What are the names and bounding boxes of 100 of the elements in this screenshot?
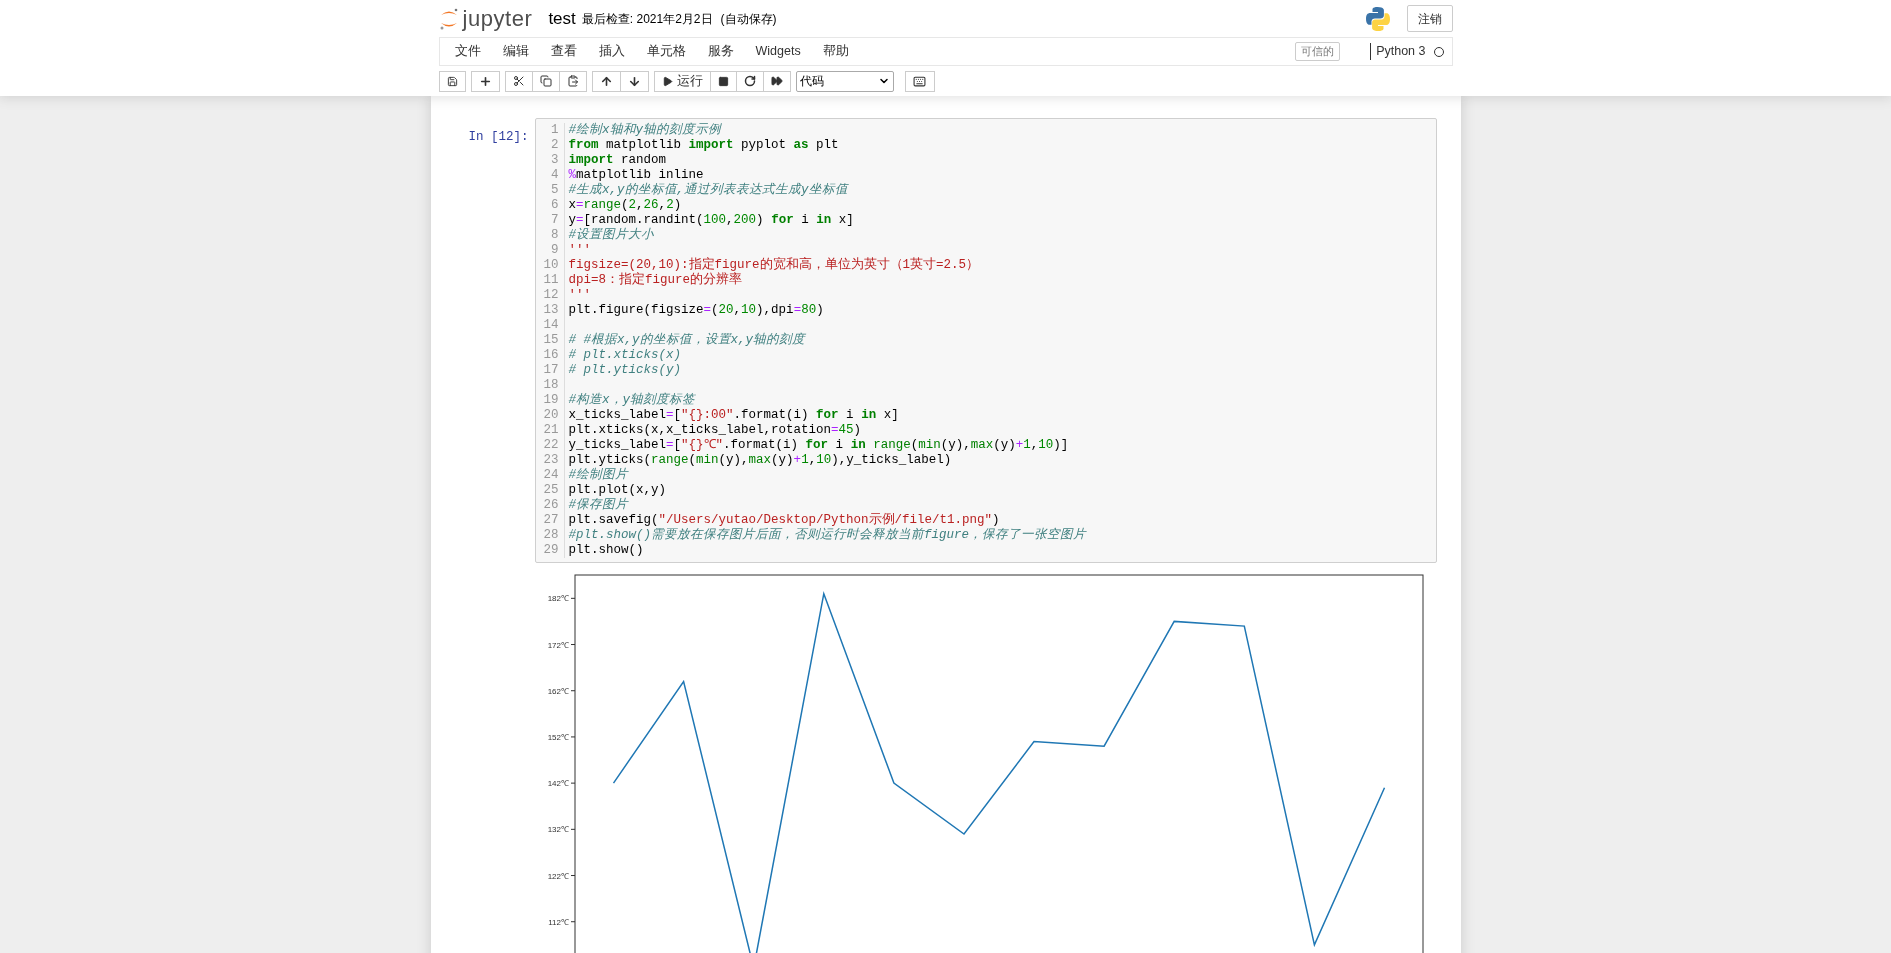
move-down-button[interactable]	[619, 70, 649, 92]
move-up-button[interactable]	[591, 70, 621, 92]
line-number: 13	[543, 303, 559, 318]
code-line: dpi=8：指定figure的分辨率	[568, 273, 742, 287]
y-tick-label: 142℃	[547, 779, 569, 789]
line-number: 16	[543, 348, 559, 363]
paste-icon	[566, 75, 579, 87]
line-number: 25	[543, 483, 559, 498]
line-number: 29	[543, 543, 559, 558]
menu-item[interactable]: 服务	[696, 42, 745, 61]
code-line: plt.plot(x,y)	[568, 483, 667, 497]
y-tick-label: 122℃	[547, 871, 569, 881]
code-line: import random	[568, 153, 667, 167]
code-line: figsize=(20,10):指定figure的宽和高，单位为英寸（1英寸=2.5）	[568, 258, 980, 272]
save-icon	[446, 75, 458, 87]
code-line: plt.figure(figsize=(20,10),dpi=80)	[568, 303, 824, 317]
insert-cell-button[interactable]	[470, 70, 500, 92]
fast-forward-icon	[770, 75, 783, 87]
trusted-indicator[interactable]: 可信的	[1295, 42, 1341, 61]
run-all-button[interactable]	[762, 70, 791, 92]
line-number: 3	[551, 153, 559, 168]
input-prompt: In [12]:	[468, 130, 529, 144]
notebook-name[interactable]: test	[548, 5, 576, 32]
stop-icon	[717, 75, 729, 87]
y-tick-label: 162℃	[547, 686, 569, 696]
code-line: #设置图片大小	[568, 228, 654, 242]
code-line: y_ticks_label=["{}℃".format(i) for i in range(min(y),max(y)+1,10)]	[568, 438, 1069, 452]
logout-button[interactable]: 注销	[1406, 5, 1453, 32]
tick-mark	[570, 875, 575, 877]
menu-item[interactable]: 编辑	[491, 42, 540, 61]
code-line: # plt.yticks(y)	[568, 363, 682, 377]
line-number: 2	[551, 138, 559, 153]
line-number: 5	[551, 183, 559, 198]
plus-icon	[478, 74, 492, 88]
code-line: from matplotlib import pyplot as plt	[568, 138, 839, 152]
line-number: 7	[551, 213, 559, 228]
code-line: #绘制x轴和y轴的刻度示例	[568, 123, 721, 137]
copy-icon	[539, 75, 552, 87]
stop-button[interactable]	[709, 70, 737, 92]
restart-button[interactable]	[735, 70, 764, 92]
code-line: x_ticks_label=["{}:00".format(i) for i in x]	[568, 408, 899, 422]
tick-mark	[570, 828, 575, 830]
tick-mark	[570, 597, 575, 599]
code-line: '''	[568, 243, 591, 257]
arrow-up-icon	[599, 74, 613, 88]
menu-item[interactable]: 插入	[587, 42, 636, 61]
cut-icon	[512, 75, 525, 87]
code-line: plt.yticks(range(min(y),max(y)+1,10),y_ticks_label)	[568, 453, 952, 467]
code-line: plt.show()	[568, 543, 644, 557]
line-number: 21	[543, 423, 559, 438]
autosave-status: (自动保存)	[720, 10, 777, 28]
line-number: 8	[551, 228, 559, 243]
tick-mark	[570, 690, 575, 692]
tick-mark	[570, 921, 575, 923]
y-tick-label: 152℃	[547, 732, 569, 742]
menu-item[interactable]: 文件	[443, 42, 492, 61]
checkpoint-status: 最后检查: 2021年2月2日	[581, 10, 713, 28]
code-line: #plt.show()需要放在保存图片后面，否则运行时会释放当前figure，保存了一张空图片	[568, 528, 1087, 542]
code-line: # plt.xticks(x)	[568, 348, 682, 362]
line-number: 14	[543, 318, 559, 333]
cut-button[interactable]	[504, 70, 533, 92]
menu-item[interactable]: 单元格	[635, 42, 697, 61]
line-number: 23	[543, 453, 559, 468]
menu-item[interactable]: 查看	[539, 42, 588, 61]
menu-item[interactable]: Widgets	[744, 42, 812, 61]
y-tick-label: 182℃	[547, 594, 569, 604]
tick-mark	[570, 782, 575, 784]
line-number: 26	[543, 498, 559, 513]
kernel-name: Python 3	[1376, 43, 1426, 61]
code-editor[interactable]	[534, 118, 1437, 563]
python-logo-icon	[1364, 5, 1391, 32]
y-tick-label: 112℃	[547, 917, 569, 927]
tick-mark	[570, 644, 575, 646]
jupyter-logo-text[interactable]: jupyter	[462, 2, 533, 35]
save-button[interactable]	[438, 70, 466, 92]
paste-button[interactable]	[558, 70, 587, 92]
line-number: 6	[551, 198, 559, 213]
menu-item[interactable]: 帮助	[811, 42, 860, 61]
code-line: #生成x,y的坐标值,通过列表表达式生成y坐标值	[568, 183, 848, 197]
code-line: y=[random.randint(100,200) for i in x]	[568, 213, 854, 227]
cell-type-select[interactable]: 代码	[795, 70, 894, 92]
line-number: 18	[543, 378, 559, 393]
command-palette-button[interactable]	[904, 70, 935, 92]
code-line: #构造x，y轴刻度标签	[568, 393, 695, 407]
tick-mark	[570, 736, 575, 738]
code-line: plt.savefig("/Users/yutao/Desktop/Python示例/file/t1.png")	[568, 513, 1000, 527]
code-line: #绘制图片	[568, 468, 628, 482]
line-number: 22	[543, 438, 559, 453]
code-line: '''	[568, 288, 591, 302]
run-button[interactable]: 运行	[653, 70, 711, 92]
arrow-down-icon	[627, 74, 641, 88]
line-number: 12	[543, 288, 559, 303]
y-tick-label: 132℃	[547, 825, 569, 835]
keyboard-icon	[913, 74, 926, 88]
line-number: 4	[551, 168, 559, 183]
line-number: 17	[543, 363, 559, 378]
line-number: 9	[551, 243, 559, 258]
restart-icon	[743, 75, 756, 87]
y-tick-label: 172℃	[547, 640, 569, 650]
code-line: plt.xticks(x,x_ticks_label,rotation=45)	[568, 423, 862, 437]
